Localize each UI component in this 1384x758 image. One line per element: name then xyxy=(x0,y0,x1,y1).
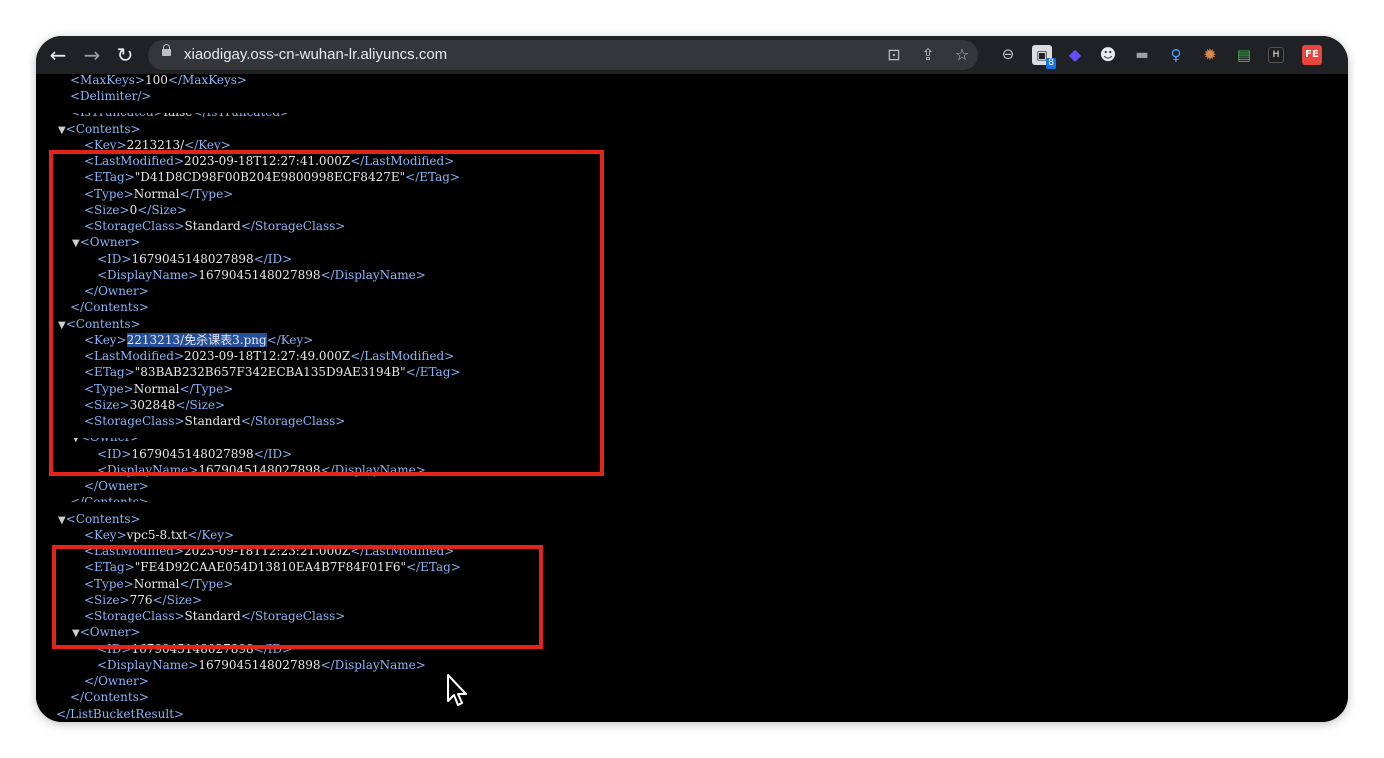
mask-extension-icon[interactable]: ☻ xyxy=(1098,45,1118,65)
contents-3-owner-displayname: <DisplayName>1679045148027898</DisplayNa… xyxy=(97,658,426,672)
xml-line-istruncated: <IsTruncated>false</IsTruncated> xyxy=(70,105,291,119)
contents-3-close: </Contents> xyxy=(70,690,149,704)
highlight-box-2 xyxy=(52,545,543,649)
contents-2-close: </Contents> xyxy=(70,495,149,509)
xml-line-maxkeys: <MaxKeys>100</MaxKeys> xyxy=(70,73,247,87)
lock-icon xyxy=(162,44,171,56)
cookie-extension-icon[interactable]: ✹ xyxy=(1200,45,1220,65)
address-bar[interactable]: xiaodigay.oss-cn-wuhan-lr.aliyuncs.com ⊡… xyxy=(148,40,978,70)
contents-3-owner-close: </Owner> xyxy=(84,674,149,688)
reload-icon[interactable]: ↻ xyxy=(113,43,137,67)
contents-1-open[interactable]: ▼<Contents> xyxy=(58,121,141,137)
hat-extension-icon[interactable]: ▬ xyxy=(1132,45,1152,65)
listbucketresult-close: </ListBucketResult> xyxy=(56,707,185,721)
contents-3-open[interactable]: ▼<Contents> xyxy=(58,511,141,527)
xml-viewer: <MaxKeys>100</MaxKeys> <Delimiter/> <IsT… xyxy=(36,73,1348,722)
extension-ghost-icon[interactable]: ▣ 8 xyxy=(1032,45,1056,69)
highlight-box-1 xyxy=(49,150,604,476)
browser-toolbar: ← → ↻ xiaodigay.oss-cn-wuhan-lr.aliyuncs… xyxy=(36,36,1348,74)
collapse-triangle-icon[interactable]: ▼ xyxy=(58,515,66,526)
screen-extension-icon[interactable]: ▤ xyxy=(1234,45,1254,65)
layers-extension-icon[interactable]: ◆ xyxy=(1065,45,1085,65)
url-text[interactable]: xiaodigay.oss-cn-wuhan-lr.aliyuncs.com xyxy=(184,40,447,70)
collapse-triangle-icon[interactable]: ▼ xyxy=(58,125,66,136)
back-arrow-icon[interactable]: ← xyxy=(46,43,70,67)
translate-icon[interactable]: ⊡ xyxy=(884,45,904,65)
share-icon[interactable]: ⇪ xyxy=(918,45,938,65)
bookmark-star-icon[interactable]: ☆ xyxy=(952,45,972,65)
forward-arrow-icon[interactable]: → xyxy=(80,43,104,67)
minus-circle-icon[interactable]: ⊖ xyxy=(998,44,1018,64)
xml-line-delimiter: <Delimiter/> xyxy=(70,89,152,103)
h-extension-icon[interactable]: H xyxy=(1268,47,1284,63)
mouse-cursor-icon xyxy=(447,674,467,706)
browser-window: ← → ↻ xiaodigay.oss-cn-wuhan-lr.aliyuncs… xyxy=(36,36,1348,722)
location-extension-icon[interactable]: ♀ xyxy=(1166,45,1186,65)
fe-extension-icon[interactable]: FE xyxy=(1302,45,1322,65)
contents-3-key: <Key>vpc5-8.txt</Key> xyxy=(84,528,235,542)
contents-2-owner-close: </Owner> xyxy=(84,479,149,493)
extension-badge: 8 xyxy=(1046,58,1056,69)
